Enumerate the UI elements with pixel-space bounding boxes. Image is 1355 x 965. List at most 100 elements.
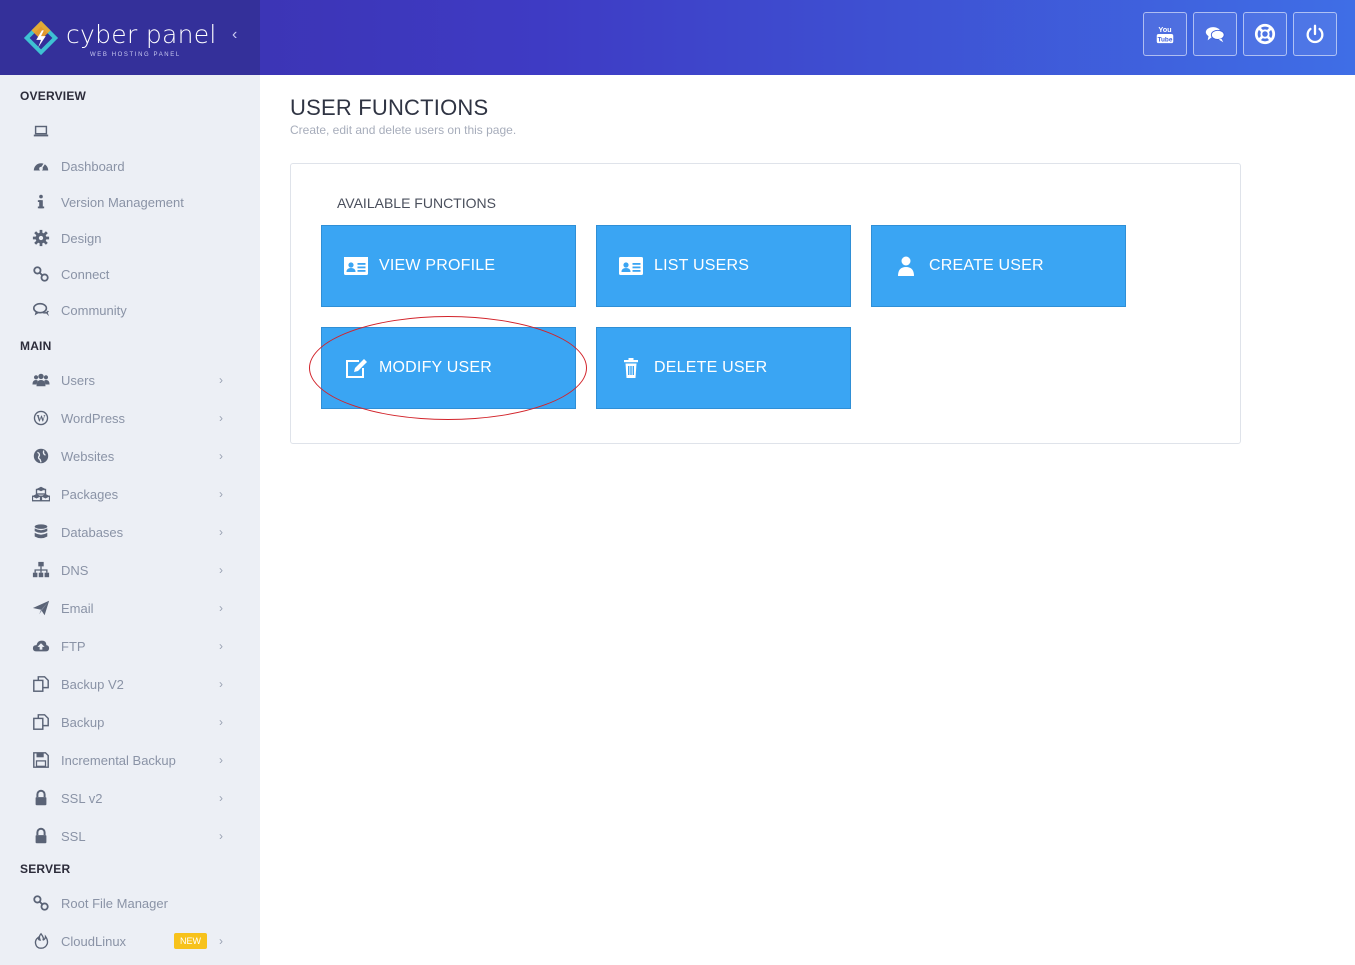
view-profile-button[interactable]: VIEW PROFILE xyxy=(321,225,576,307)
sidebar-item-label: Incremental Backup xyxy=(61,752,176,768)
chevron-right-icon: › xyxy=(219,411,223,425)
comments-icon xyxy=(31,300,51,320)
top-header: cyber panel WEB HOSTING PANEL ‹ You Tube xyxy=(0,0,1355,75)
list-users-button[interactable]: LIST USERS xyxy=(596,225,851,307)
sitemap-icon xyxy=(31,560,51,580)
user-icon xyxy=(892,252,920,280)
sidebar-item-label: Users xyxy=(61,372,95,388)
lock-icon xyxy=(31,788,51,808)
link-icon xyxy=(31,893,51,913)
chevron-right-icon: › xyxy=(219,677,223,691)
sidebar-item-label: Backup xyxy=(61,714,105,730)
chevron-right-icon: › xyxy=(219,601,223,615)
chevron-left-icon[interactable]: ‹ xyxy=(232,26,246,46)
sidebar-item-connect[interactable]: Connect xyxy=(0,259,260,289)
button-label: VIEW PROFILE xyxy=(379,257,496,274)
chevron-right-icon: › xyxy=(219,715,223,729)
floppy-icon xyxy=(31,750,51,770)
chevron-right-icon: › xyxy=(219,639,223,653)
button-label: MODIFY USER xyxy=(379,359,493,376)
copy-icon xyxy=(31,674,51,694)
delete-user-button[interactable]: DELETE USER xyxy=(596,327,851,409)
sidebar-item-wordpress[interactable]: W WordPress › xyxy=(0,403,260,433)
info-icon xyxy=(31,192,51,212)
panel-title: AVAILABLE FUNCTIONS xyxy=(337,195,496,211)
chat-button[interactable] xyxy=(1193,12,1237,56)
section-title-server: SERVER xyxy=(20,862,71,876)
sidebar-item-version-management[interactable]: Version Management xyxy=(0,187,260,217)
sidebar-item-ssl[interactable]: SSL › xyxy=(0,821,260,851)
cyberpanel-logo-icon xyxy=(23,20,59,56)
paper-plane-icon xyxy=(31,598,51,618)
sidebar-item-backup[interactable]: Backup › xyxy=(0,707,260,737)
brand-tagline: WEB HOSTING PANEL xyxy=(90,52,181,58)
chevron-right-icon: › xyxy=(219,829,223,843)
users-icon xyxy=(31,370,51,390)
new-badge: NEW xyxy=(174,933,207,949)
svg-text:You: You xyxy=(1158,25,1171,34)
section-title-main: MAIN xyxy=(20,339,52,353)
database-icon xyxy=(31,522,51,542)
svg-text:W: W xyxy=(37,414,46,424)
sidebar-item-databases[interactable]: Databases › xyxy=(0,517,260,547)
sidebar-item-users[interactable]: Users › xyxy=(0,365,260,395)
laptop-icon xyxy=(31,121,51,141)
fire-icon xyxy=(31,931,51,951)
sidebar-item-label: WordPress xyxy=(61,410,126,426)
sidebar-item-label: Version Management xyxy=(61,194,184,210)
chevron-right-icon: › xyxy=(219,487,223,501)
sidebar-item-packages[interactable]: Packages › xyxy=(0,479,260,509)
youtube-icon: You Tube xyxy=(1156,25,1174,43)
gear-icon xyxy=(31,228,51,248)
modify-user-button[interactable]: MODIFY USER xyxy=(321,327,576,409)
id-card-icon xyxy=(617,252,645,280)
button-label: CREATE USER xyxy=(929,257,1044,274)
sidebar-item-ssl-v2[interactable]: SSL v2 › xyxy=(0,783,260,813)
sidebar-item-label: Databases xyxy=(61,524,124,540)
sidebar-item-label: SSL v2 xyxy=(61,790,103,806)
chevron-right-icon: › xyxy=(219,373,223,387)
link-icon xyxy=(31,264,51,284)
sidebar-item-label: Websites xyxy=(61,448,115,464)
button-label: LIST USERS xyxy=(654,257,750,274)
chevron-right-icon: › xyxy=(219,791,223,805)
chevron-right-icon: › xyxy=(219,563,223,577)
lock-icon xyxy=(31,826,51,846)
sidebar-item-label: Packages xyxy=(61,486,119,502)
youtube-button[interactable]: You Tube xyxy=(1143,12,1187,56)
id-card-icon xyxy=(342,252,370,280)
lifebuoy-icon xyxy=(1254,23,1276,45)
cloud-upload-icon xyxy=(31,636,51,656)
power-button[interactable] xyxy=(1293,12,1337,56)
sidebar-item-label: Design xyxy=(61,230,102,246)
sidebar-item-ftp[interactable]: FTP › xyxy=(0,631,260,661)
top-actions: You Tube xyxy=(1143,12,1337,56)
sidebar-item-label: Community xyxy=(61,302,127,318)
sidebar-item-laptop[interactable] xyxy=(0,116,260,146)
page-title: USER FUNCTIONS xyxy=(290,95,489,120)
page-subtitle: Create, edit and delete users on this pa… xyxy=(290,123,517,137)
sidebar-item-websites[interactable]: Websites › xyxy=(0,441,260,471)
chevron-right-icon: › xyxy=(219,449,223,463)
chevron-right-icon: › xyxy=(219,525,223,539)
chevron-right-icon: › xyxy=(219,934,223,948)
sidebar-item-email[interactable]: Email › xyxy=(0,593,260,623)
support-button[interactable] xyxy=(1243,12,1287,56)
sidebar-item-dashboard[interactable]: Dashboard xyxy=(0,151,260,181)
sidebar: OVERVIEW Dashboard Version Management De… xyxy=(0,75,260,965)
copy-icon xyxy=(31,712,51,732)
sidebar-item-root-file-manager[interactable]: Root File Manager xyxy=(0,888,260,918)
power-icon xyxy=(1306,24,1324,44)
trash-icon xyxy=(617,354,645,382)
create-user-button[interactable]: CREATE USER xyxy=(871,225,1126,307)
sidebar-item-community[interactable]: Community xyxy=(0,295,260,325)
section-title-overview: OVERVIEW xyxy=(20,89,87,103)
sidebar-item-incremental-backup[interactable]: Incremental Backup › xyxy=(0,745,260,775)
sidebar-item-label: CloudLinux xyxy=(61,933,127,949)
chat-icon xyxy=(1205,27,1225,43)
cubes-icon xyxy=(31,484,51,504)
sidebar-item-design[interactable]: Design xyxy=(0,223,260,253)
sidebar-item-dns[interactable]: DNS › xyxy=(0,555,260,585)
sidebar-item-cloudlinux[interactable]: CloudLinux NEW › xyxy=(0,926,260,956)
sidebar-item-backup-v2[interactable]: Backup V2 › xyxy=(0,669,260,699)
